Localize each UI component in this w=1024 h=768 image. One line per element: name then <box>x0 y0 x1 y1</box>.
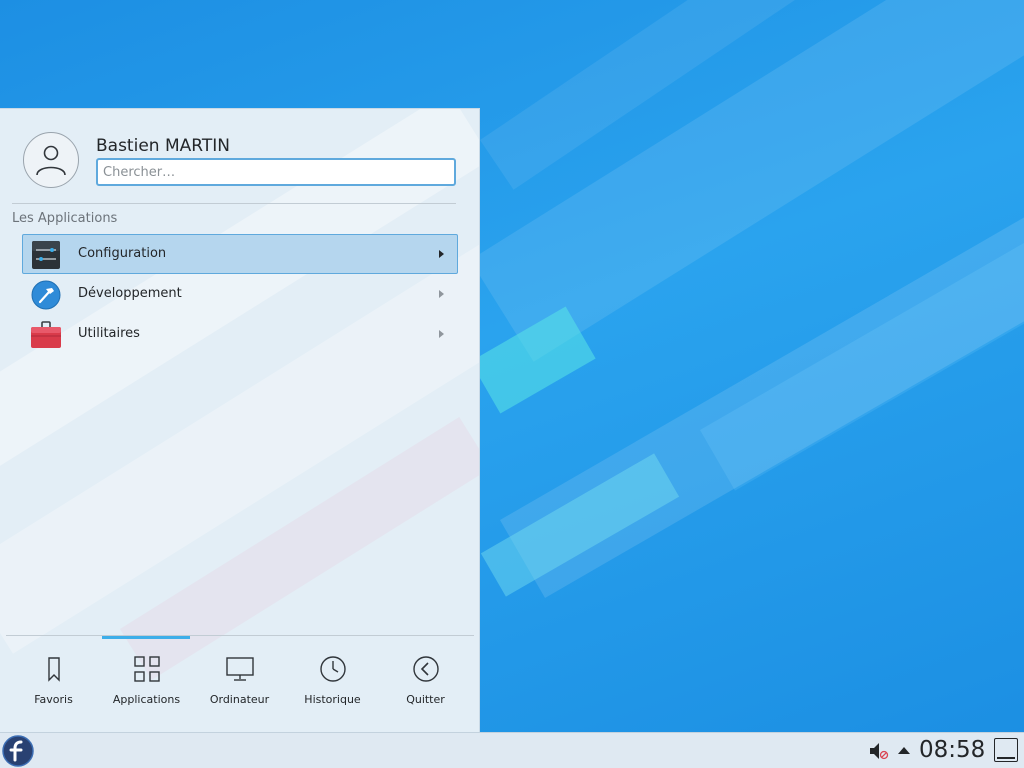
section-title: Les Applications <box>12 211 118 226</box>
tab-label: Historique <box>304 693 361 706</box>
show-desktop-button[interactable] <box>994 738 1018 762</box>
app-item-utilitaires[interactable]: Utilitaires <box>22 314 458 354</box>
app-label: Utilitaires <box>78 326 140 341</box>
user-name: Bastien MARTIN <box>96 136 230 156</box>
bookmark-icon <box>47 657 60 682</box>
tab-applications[interactable]: Applications <box>100 649 193 719</box>
user-icon <box>36 145 66 176</box>
tray-expand-icon[interactable] <box>898 747 910 754</box>
back-arrow-icon <box>412 656 439 682</box>
user-avatar[interactable] <box>23 132 79 188</box>
taskbar: 08:58 <box>0 732 1024 768</box>
clock[interactable]: 08:58 <box>919 737 985 763</box>
settings-sliders-icon <box>32 241 60 269</box>
grid-icon <box>133 656 160 682</box>
tab-label: Ordinateur <box>209 693 270 706</box>
tab-quitter[interactable]: Quitter <box>379 649 472 719</box>
application-list: Configuration Développement Utilitaires <box>22 234 458 354</box>
launcher-tabs: Favoris Applications Ordinateur Historiq… <box>7 649 473 719</box>
app-item-configuration[interactable]: Configuration <box>22 234 458 274</box>
chevron-right-icon <box>439 250 444 258</box>
chevron-right-icon <box>439 330 444 338</box>
chevron-right-icon <box>439 290 444 298</box>
tab-ordinateur[interactable]: Ordinateur <box>193 649 286 719</box>
tab-label: Quitter <box>406 693 445 706</box>
app-item-developpement[interactable]: Développement <box>22 274 458 314</box>
volume-muted-icon[interactable] <box>868 740 890 762</box>
clock-icon <box>319 656 346 682</box>
header-separator <box>12 203 456 204</box>
active-tab-indicator <box>102 636 190 639</box>
tab-label: Favoris <box>34 693 73 706</box>
application-launcher: Bastien MARTIN Les Applications Configur… <box>0 108 480 732</box>
monitor-icon <box>225 657 254 681</box>
tab-label: Applications <box>112 693 181 706</box>
app-label: Configuration <box>78 246 167 261</box>
fedora-logo-icon[interactable] <box>2 735 34 767</box>
app-label: Développement <box>78 286 182 301</box>
tabs-separator <box>6 635 474 636</box>
search-input[interactable] <box>96 158 456 186</box>
hammer-icon <box>31 280 61 310</box>
tab-historique[interactable]: Historique <box>286 649 379 719</box>
tab-favoris[interactable]: Favoris <box>7 649 100 719</box>
toolbox-icon <box>31 321 61 348</box>
